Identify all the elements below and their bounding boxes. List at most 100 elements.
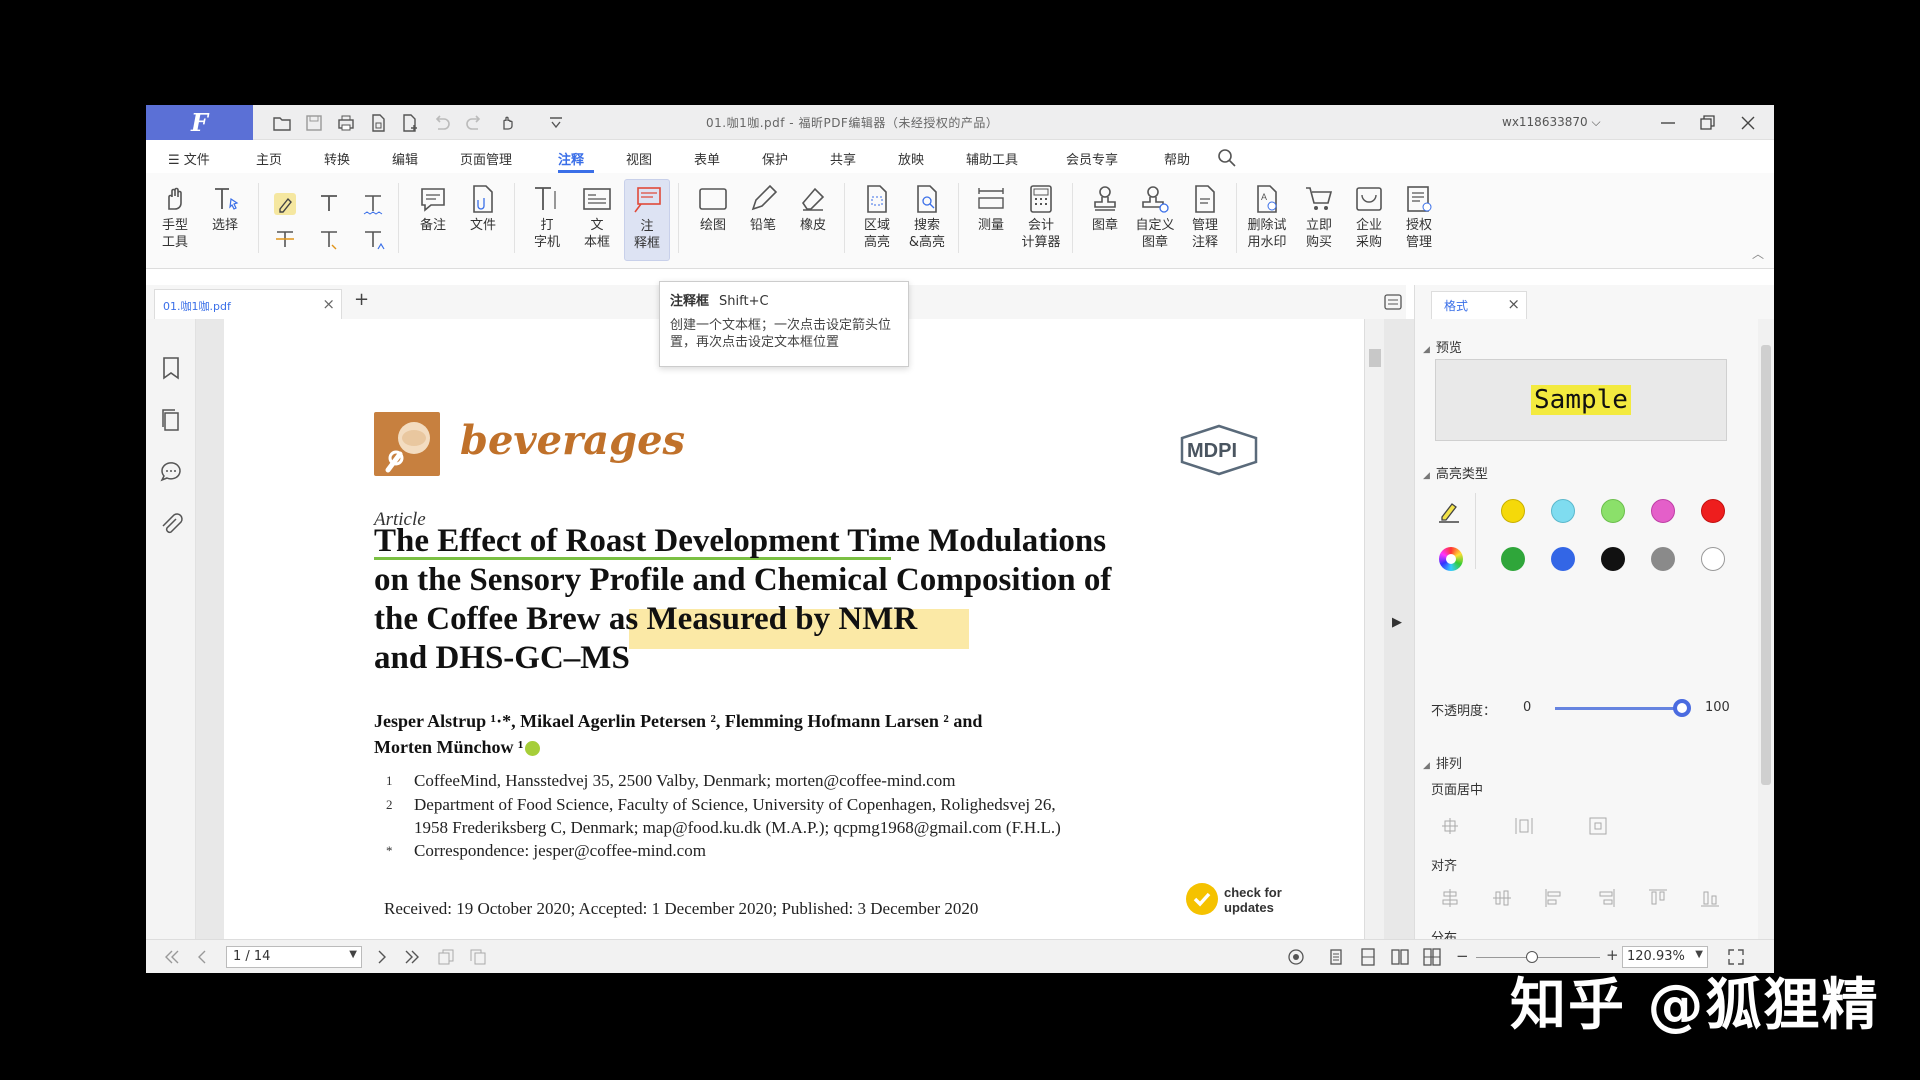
insert-text-icon[interactable] (360, 227, 386, 253)
continuous-page-icon[interactable] (1358, 947, 1378, 967)
menu-form[interactable]: 表单 (694, 149, 720, 168)
squiggly-text-icon[interactable] (360, 191, 386, 217)
manage-comments-button[interactable]: 管理 注释 (1182, 179, 1228, 261)
color-swatch[interactable] (1701, 547, 1725, 571)
center-vertical-icon[interactable] (1513, 815, 1535, 837)
opacity-slider-handle[interactable] (1673, 699, 1691, 717)
color-picker-icon[interactable] (1439, 547, 1463, 571)
menu-view[interactable]: 视图 (626, 149, 652, 168)
opacity-slider[interactable] (1555, 707, 1679, 710)
next-view-icon[interactable] (468, 947, 488, 967)
color-swatch[interactable] (1551, 499, 1575, 523)
highlight-type-section-header[interactable]: ◢ 高亮类型 (1423, 463, 1488, 482)
highlight-text-icon[interactable] (272, 191, 298, 217)
stamp-button[interactable]: 图章 (1082, 179, 1128, 261)
collapse-right-panel-arrow-icon[interactable]: ▶ (1392, 615, 1402, 630)
format-panel-scrollbar[interactable] (1758, 319, 1774, 939)
align-bottom-icon[interactable] (1699, 887, 1721, 909)
comments-icon[interactable] (158, 459, 184, 485)
color-swatch[interactable] (1501, 547, 1525, 571)
single-page-icon[interactable] (1326, 947, 1346, 967)
hand-tool-dropdown-icon[interactable] (496, 111, 520, 135)
previous-page-icon[interactable] (192, 947, 212, 967)
menu-comment[interactable]: 注释 (558, 149, 584, 168)
strikeout-text-icon[interactable] (272, 227, 298, 253)
toggle-format-panel-icon[interactable] (1378, 285, 1408, 319)
select-tool-button[interactable]: 选择 (202, 179, 248, 261)
align-top-icon[interactable] (1647, 887, 1669, 909)
eraser-button[interactable]: 橡皮 (790, 179, 836, 261)
orcid-icon[interactable] (525, 741, 541, 757)
align-left-icon[interactable] (1543, 887, 1565, 909)
minimize-button[interactable] (1648, 108, 1688, 138)
undo-icon[interactable] (430, 111, 454, 135)
color-swatch[interactable] (1501, 499, 1525, 523)
menu-file[interactable]: ☰ 文件 (168, 149, 210, 168)
menu-slideshow[interactable]: 放映 (898, 149, 924, 168)
typewriter-button[interactable]: 打 字机 (524, 179, 570, 261)
menu-accessibility[interactable]: 辅助工具 (966, 149, 1018, 168)
note-button[interactable]: 备注 (410, 179, 456, 261)
file-attachment-button[interactable]: 文件 (460, 179, 506, 261)
remove-watermark-button[interactable]: A 删除试 用水印 (1244, 179, 1290, 261)
color-swatch[interactable] (1601, 499, 1625, 523)
open-folder-icon[interactable] (270, 111, 294, 135)
zoom-slider[interactable] (1476, 957, 1600, 958)
area-highlight-button[interactable]: 区域 高亮 (854, 179, 900, 261)
menu-membership[interactable]: 会员专享 (1066, 149, 1118, 168)
menu-share[interactable]: 共享 (830, 149, 856, 168)
next-page-icon[interactable] (372, 947, 392, 967)
center-horizontal-icon[interactable] (1439, 815, 1461, 837)
menu-protect[interactable]: 保护 (762, 149, 788, 168)
center-both-icon[interactable] (1587, 815, 1609, 837)
collapse-ribbon-icon[interactable]: ︿ (1752, 245, 1764, 262)
customize-quick-access-icon[interactable] (544, 111, 568, 135)
menu-edit[interactable]: 编辑 (392, 149, 418, 168)
calculator-button[interactable]: 会计 计算器 (1018, 179, 1064, 261)
color-swatch[interactable] (1601, 547, 1625, 571)
align-right-icon[interactable] (1595, 887, 1617, 909)
underline-text-icon[interactable] (316, 191, 342, 217)
license-management-button[interactable]: 授权 管理 (1396, 179, 1442, 261)
close-format-tab-button[interactable]: × (1507, 295, 1520, 313)
zoom-out-button[interactable]: − (1456, 947, 1469, 965)
align-center-icon[interactable] (1439, 887, 1461, 909)
pencil-button[interactable]: 铅笔 (740, 179, 786, 261)
new-tab-button[interactable]: + (354, 289, 369, 310)
continuous-facing-icon[interactable] (1422, 947, 1442, 967)
color-swatch[interactable] (1651, 499, 1675, 523)
scrollbar-thumb[interactable] (1369, 349, 1381, 367)
redo-icon[interactable] (462, 111, 486, 135)
save-icon[interactable] (302, 111, 326, 135)
page-thumbnails-icon[interactable] (158, 407, 184, 433)
document-scrollbar[interactable] (1364, 319, 1384, 939)
arrange-section-header[interactable]: ◢ 排列 (1423, 753, 1462, 772)
print-icon[interactable] (334, 111, 358, 135)
color-swatch[interactable] (1651, 547, 1675, 571)
format-tab[interactable]: 格式 × (1431, 291, 1527, 319)
previous-view-icon[interactable] (436, 947, 456, 967)
pdf-page[interactable]: beverages MDPI Article The Effect of Roa… (224, 319, 1374, 939)
hand-tool-button[interactable]: 手型 工具 (152, 179, 198, 261)
user-account[interactable]: wx118633870 ⌵ (1502, 115, 1601, 130)
menu-convert[interactable]: 转换 (324, 149, 350, 168)
replace-text-icon[interactable] (316, 227, 342, 253)
enterprise-purchase-button[interactable]: 企业 采购 (1346, 179, 1392, 261)
document-tab[interactable]: 01.咖1咖.pdf × (154, 289, 342, 319)
attachments-icon[interactable] (158, 511, 184, 537)
preview-section-header[interactable]: ◢ 预览 (1423, 337, 1462, 356)
restore-button[interactable] (1688, 108, 1728, 138)
menu-page-management[interactable]: 页面管理 (460, 149, 512, 168)
color-swatch[interactable] (1701, 499, 1725, 523)
drawing-button[interactable]: 绘图 (690, 179, 736, 261)
highlighter-icon[interactable] (1435, 497, 1463, 525)
new-document-icon[interactable] (366, 111, 390, 135)
menu-home[interactable]: 主页 (256, 149, 282, 168)
callout-button[interactable]: 注 释框 (624, 179, 670, 261)
check-for-updates-label[interactable]: check for updates (1224, 885, 1282, 915)
custom-stamp-button[interactable]: 自定义 图章 (1132, 179, 1178, 261)
close-button[interactable] (1728, 108, 1768, 138)
facing-pages-icon[interactable] (1390, 947, 1410, 967)
read-mode-icon[interactable] (1286, 947, 1306, 967)
menu-help[interactable]: 帮助 (1164, 149, 1190, 168)
